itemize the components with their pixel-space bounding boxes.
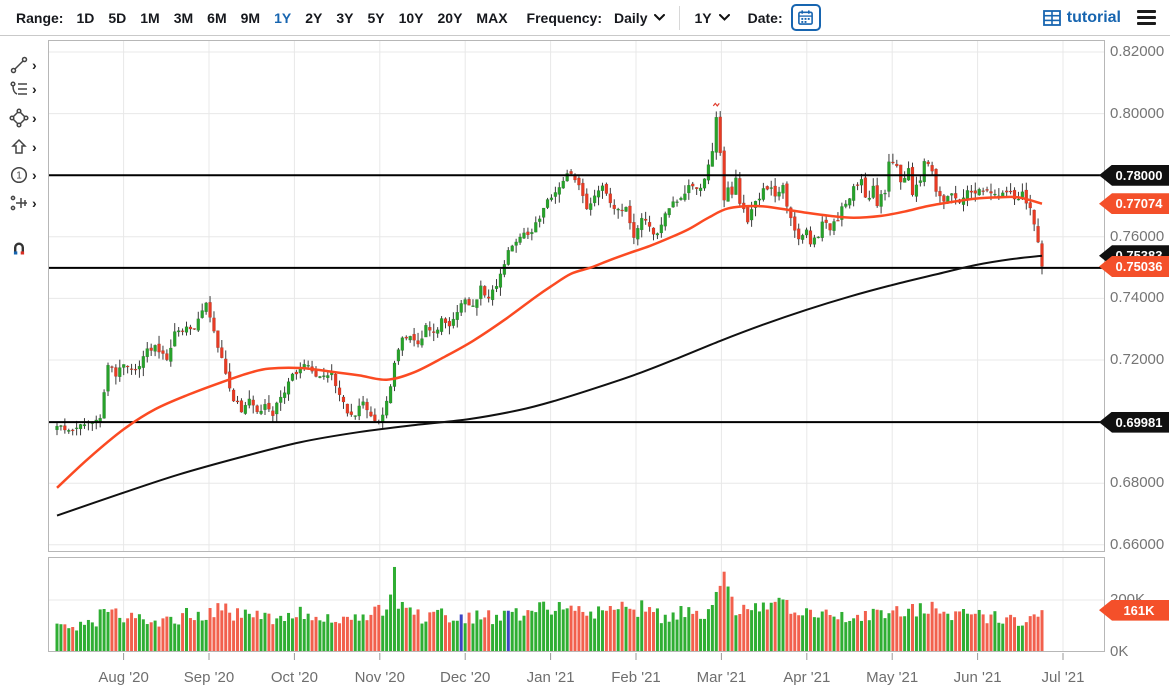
y-axis-label: 0.74000: [1110, 289, 1164, 306]
range-item-3y[interactable]: 3Y: [329, 10, 360, 26]
measure-icon: [9, 193, 29, 213]
trendline-expand-chevron-icon[interactable]: ›: [32, 58, 37, 72]
range-item-20y[interactable]: 20Y: [431, 10, 470, 26]
toolbar: Range: 1D5D1M3M6M9M1Y2Y3Y5Y10Y20YMAX Fre…: [0, 0, 1170, 36]
price-badge-161k: 161K: [1099, 600, 1169, 621]
price-badge-0.78000: 0.78000: [1099, 165, 1169, 186]
range-item-10y[interactable]: 10Y: [392, 10, 431, 26]
gridlines: [49, 41, 1104, 660]
drawing-toolbar: ››››1››: [0, 36, 48, 696]
x-axis-label: May '21: [852, 669, 932, 686]
toolbar-separator: [679, 6, 680, 30]
date-label: Date:: [748, 10, 783, 26]
x-axis-label: Jul '21: [1023, 669, 1103, 686]
shapes-expand-chevron-icon[interactable]: ›: [32, 111, 37, 125]
date-picker-button[interactable]: [791, 4, 821, 31]
volume-axis-label: 0K: [1110, 643, 1128, 660]
annotations-expand-chevron-icon[interactable]: ›: [32, 168, 37, 182]
sma-slow-line[interactable]: [57, 256, 1042, 516]
menu-button[interactable]: [1137, 10, 1156, 26]
range-item-9m[interactable]: 9M: [234, 10, 267, 26]
trendline-icon: [9, 55, 29, 75]
shapes-icon: [9, 108, 29, 128]
range-item-5d[interactable]: 5D: [101, 10, 133, 26]
y-axis-label: 0.68000: [1110, 474, 1164, 491]
arrows-expand-chevron-icon[interactable]: ›: [32, 140, 37, 154]
brand-link[interactable]: tutorial: [1043, 9, 1121, 27]
price-badge-0.69981: 0.69981: [1099, 412, 1169, 433]
range-list: 1D5D1M3M6M9M1Y2Y3Y5Y10Y20YMAX: [69, 10, 514, 26]
range-item-1m[interactable]: 1M: [133, 10, 166, 26]
shapes-tool-button[interactable]: ›: [9, 107, 37, 129]
chevron-down-icon: [654, 14, 665, 21]
x-axis-label: Aug '20: [84, 669, 164, 686]
x-axis-label: Jun '21: [938, 669, 1018, 686]
frequency-select[interactable]: Daily: [608, 10, 671, 26]
volume-bars: [56, 567, 1044, 652]
range-item-5y[interactable]: 5Y: [360, 10, 391, 26]
x-axis-label: Dec '20: [425, 669, 505, 686]
high-marker: [713, 103, 719, 106]
x-axis: Aug '20 Sep '20 Oct '20 Nov '20 Dec '20 Jan '…: [0, 663, 1170, 689]
x-axis-label: Oct '20: [254, 669, 334, 686]
calendar-icon: [797, 9, 814, 26]
arrows-icon: [9, 137, 29, 157]
y-axis-label: 0.72000: [1110, 351, 1164, 368]
y-axis-label: 0.66000: [1110, 536, 1164, 553]
arrows-tool-button[interactable]: ›: [9, 136, 37, 158]
fibonacci-tool-button[interactable]: ›: [9, 78, 37, 100]
period-value: 1Y: [694, 10, 711, 26]
x-axis-label: Mar '21: [681, 669, 761, 686]
svg-text:1: 1: [16, 170, 22, 181]
measure-expand-chevron-icon[interactable]: ›: [32, 196, 37, 210]
y-axis-label: 0.76000: [1110, 228, 1164, 245]
sma-fast-line[interactable]: [57, 197, 1042, 488]
fibonacci-icon: [9, 79, 29, 99]
period-select[interactable]: 1Y: [688, 10, 735, 26]
range-item-2y[interactable]: 2Y: [298, 10, 329, 26]
price-badge-0.77074: 0.77074: [1099, 193, 1169, 214]
y-axis: 0.82000 0.80000 0.76000 0.74000 0.72000 0.680…: [1097, 0, 1170, 697]
x-axis-label: Jan '21: [511, 669, 591, 686]
range-item-3m[interactable]: 3M: [167, 10, 200, 26]
measure-tool-button[interactable]: ›: [9, 192, 37, 214]
y-axis-label: 0.82000: [1110, 43, 1164, 60]
chart-svg[interactable]: [48, 40, 1105, 664]
x-axis-label: Sep '20: [169, 669, 249, 686]
range-item-1d[interactable]: 1D: [69, 10, 101, 26]
range-item-max[interactable]: MAX: [469, 10, 514, 26]
magnet-icon: [9, 238, 29, 258]
brand-grid-icon: [1043, 10, 1061, 26]
chevron-down-icon: [719, 14, 730, 21]
range-item-6m[interactable]: 6M: [200, 10, 233, 26]
range-label: Range:: [16, 10, 63, 26]
frequency-label: Frequency:: [527, 10, 602, 26]
magnet-tool-button[interactable]: [9, 237, 29, 259]
brand-name: tutorial: [1067, 9, 1121, 27]
annotations-icon: 1: [9, 165, 29, 185]
fibonacci-expand-chevron-icon[interactable]: ›: [32, 82, 37, 96]
charting-app: Range: 1D5D1M3M6M9M1Y2Y3Y5Y10Y20YMAX Fre…: [0, 0, 1170, 697]
x-axis-label: Apr '21: [767, 669, 847, 686]
trendline-tool-button[interactable]: ›: [9, 54, 37, 76]
price-pane-border: [49, 41, 1105, 552]
y-axis-label: 0.80000: [1110, 105, 1164, 122]
x-axis-label: Feb '21: [596, 669, 676, 686]
candles: [56, 111, 1044, 435]
frequency-value: Daily: [614, 10, 647, 26]
hamburger-icon: [1137, 10, 1156, 13]
price-badge-0.75036: 0.75036: [1099, 256, 1169, 277]
annotations-tool-button[interactable]: 1›: [9, 164, 37, 186]
range-item-1y[interactable]: 1Y: [267, 10, 298, 26]
x-axis-label: Nov '20: [340, 669, 420, 686]
